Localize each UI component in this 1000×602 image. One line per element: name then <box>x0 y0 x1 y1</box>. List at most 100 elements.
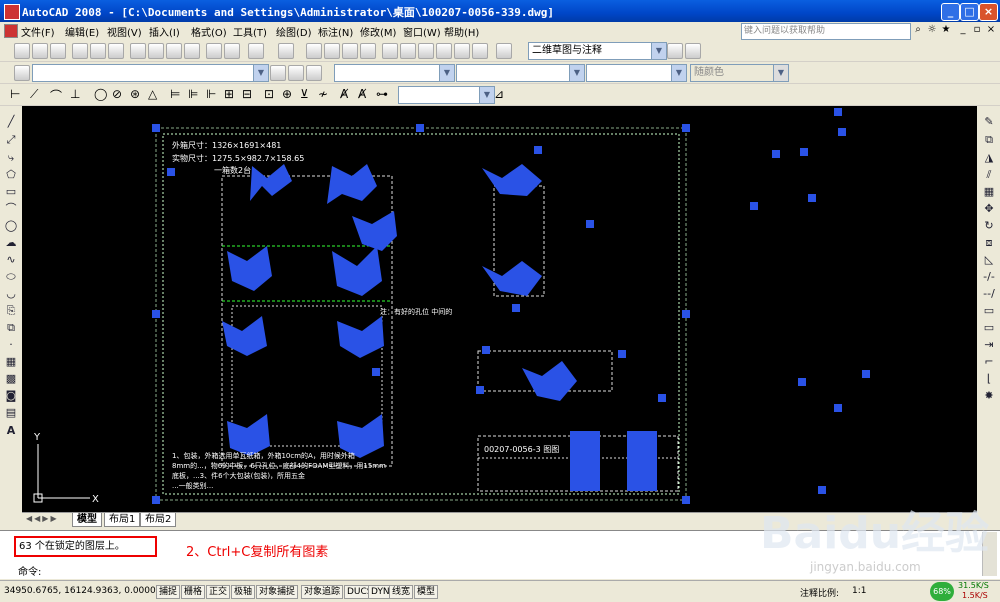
dim-break-icon[interactable]: ⊟ <box>242 87 256 101</box>
match-properties-icon[interactable] <box>184 43 200 59</box>
arc-icon[interactable]: ⌒ <box>4 202 18 216</box>
maximize-button[interactable]: □ <box>960 3 979 21</box>
dim-ordinate-icon[interactable]: ⊥ <box>70 87 84 101</box>
menu-draw[interactable]: 绘图(D) <box>276 24 312 39</box>
open-file-icon[interactable] <box>32 43 48 59</box>
tool-palettes-icon[interactable] <box>418 43 434 59</box>
center-mark-icon[interactable]: ⊕ <box>282 87 296 101</box>
undo-icon[interactable] <box>248 43 264 59</box>
layer-previous-icon[interactable] <box>288 65 304 81</box>
copy-icon[interactable] <box>148 43 164 59</box>
workspace-settings-icon[interactable] <box>667 43 683 59</box>
menu-view[interactable]: 视图(V) <box>107 24 142 39</box>
publish-icon[interactable] <box>108 43 124 59</box>
lineweight-control-select[interactable]: ▼ <box>586 64 687 82</box>
make-block-icon[interactable]: ⧉ <box>4 321 18 335</box>
help-search-input[interactable]: 键入问题以获取帮助 <box>741 23 911 40</box>
menu-tools[interactable]: 工具(T) <box>233 24 267 39</box>
polygon-icon[interactable]: ⬠ <box>4 168 18 182</box>
dim-diameter-icon[interactable]: ⊛ <box>130 87 144 101</box>
zoom-previous-icon[interactable] <box>360 43 376 59</box>
construction-line-icon[interactable]: ⤢ <box>4 133 18 147</box>
dim-radius-icon[interactable]: ◯ <box>94 87 108 101</box>
dim-angular-icon[interactable]: △ <box>148 87 162 101</box>
hatch-icon[interactable]: ▦ <box>4 355 18 369</box>
block-editor-icon[interactable] <box>206 43 222 59</box>
dim-style-icon[interactable]: ⊿ <box>494 87 508 101</box>
snap-toggle[interactable]: 捕捉 <box>156 585 181 599</box>
revision-cloud-icon[interactable]: ☁ <box>4 236 18 250</box>
polar-toggle[interactable]: 极轴 <box>231 585 256 599</box>
workspace-select[interactable]: 二维草图与注释 ▼ <box>528 42 667 60</box>
zoom-realtime-icon[interactable] <box>324 43 340 59</box>
multiline-text-icon[interactable]: A <box>4 424 18 438</box>
erase-icon[interactable]: ✎ <box>982 115 996 129</box>
ortho-toggle[interactable]: 正交 <box>206 585 231 599</box>
make-current-layer-icon[interactable] <box>270 65 286 81</box>
osnap-toggle[interactable]: 对象捕捉 <box>256 585 299 599</box>
jogged-linear-icon[interactable]: ≁ <box>318 87 332 101</box>
menu-help[interactable]: 帮助(H) <box>444 24 479 39</box>
extend-icon[interactable]: --/ <box>982 287 996 301</box>
array-icon[interactable]: ▦ <box>982 185 996 199</box>
circle-icon[interactable]: ◯ <box>4 219 18 233</box>
dim-text-edit-icon[interactable]: Ⱥ <box>358 87 372 101</box>
markup-icon[interactable] <box>454 43 470 59</box>
ellipse-arc-icon[interactable]: ◡ <box>4 287 18 301</box>
document-icon[interactable] <box>4 24 18 38</box>
ellipse-icon[interactable]: ⬭ <box>4 270 18 284</box>
copy-object-icon[interactable]: ⧉ <box>982 133 996 147</box>
menu-file[interactable]: 文件(F) <box>21 24 55 39</box>
scale-icon[interactable]: ⧈ <box>982 236 996 250</box>
break-icon[interactable]: ▭ <box>982 321 996 335</box>
menu-window[interactable]: 窗口(W) <box>403 24 441 39</box>
dim-jogged-icon[interactable]: ⊘ <box>112 87 126 101</box>
join-icon[interactable]: ⇥ <box>982 338 996 352</box>
cut-icon[interactable] <box>130 43 146 59</box>
minimize-button[interactable]: _ <box>941 3 960 21</box>
insert-block-icon[interactable]: ⎘ <box>4 304 18 318</box>
tab-layout1[interactable]: 布局1 <box>104 513 141 527</box>
menu-edit[interactable]: 编辑(E) <box>65 24 99 39</box>
search-icon[interactable]: ⌕ <box>912 24 924 36</box>
tab-scroll-arrows[interactable]: ◀◀▶▶ <box>26 514 59 523</box>
print-preview-icon[interactable] <box>90 43 106 59</box>
brush-icon[interactable] <box>224 43 240 59</box>
doc-restore-button[interactable]: ▫ <box>971 24 983 36</box>
point-icon[interactable]: · <box>4 338 18 352</box>
doc-close-button[interactable]: × <box>985 24 997 36</box>
lock-icon[interactable] <box>685 43 701 59</box>
tab-layout2[interactable]: 布局2 <box>140 513 177 527</box>
grid-toggle[interactable]: 栅格 <box>181 585 206 599</box>
table-icon[interactable]: ▤ <box>4 406 18 420</box>
dim-edit-icon[interactable]: Ⱥ <box>340 87 354 101</box>
menu-dimension[interactable]: 标注(N) <box>318 24 353 39</box>
layer-select[interactable]: ▼ <box>32 64 269 82</box>
favorites-icon[interactable]: ★ <box>940 24 952 36</box>
rectangle-icon[interactable]: ▭ <box>4 185 18 199</box>
command-prompt[interactable]: 命令: <box>18 563 41 578</box>
stretch-icon[interactable]: ◺ <box>982 253 996 267</box>
chamfer-icon[interactable]: ⌐ <box>982 355 996 369</box>
inspect-icon[interactable]: ⊻ <box>300 87 314 101</box>
dim-baseline-icon[interactable]: ⊫ <box>188 87 202 101</box>
calculator-icon[interactable] <box>472 43 488 59</box>
quick-dim-icon[interactable]: ⊨ <box>170 87 184 101</box>
move-icon[interactable]: ✥ <box>982 202 996 216</box>
spline-icon[interactable]: ∿ <box>4 253 18 267</box>
drawing-area[interactable]: 外箱尺寸：1326×1691×481 实物尺寸：1275.5×982.7×158… <box>22 106 977 512</box>
dim-aligned-icon[interactable]: ⟋ <box>30 87 44 101</box>
dim-continue-icon[interactable]: ⊩ <box>206 87 220 101</box>
layer-manager-icon[interactable] <box>14 65 30 81</box>
menu-modify[interactable]: 修改(M) <box>360 24 396 39</box>
dim-style-select[interactable]: ▼ <box>398 86 495 104</box>
paste-icon[interactable] <box>166 43 182 59</box>
help-icon[interactable] <box>496 43 512 59</box>
properties-icon[interactable] <box>382 43 398 59</box>
design-center-icon[interactable] <box>400 43 416 59</box>
layer-state-icon[interactable] <box>306 65 322 81</box>
fillet-icon[interactable]: ⌊ <box>982 372 996 386</box>
close-button[interactable]: × <box>979 3 998 21</box>
coordinate-readout[interactable]: 34950.6765, 16124.9363, 0.0000 <box>2 585 158 597</box>
polyline-icon[interactable]: ⤷ <box>4 151 18 165</box>
